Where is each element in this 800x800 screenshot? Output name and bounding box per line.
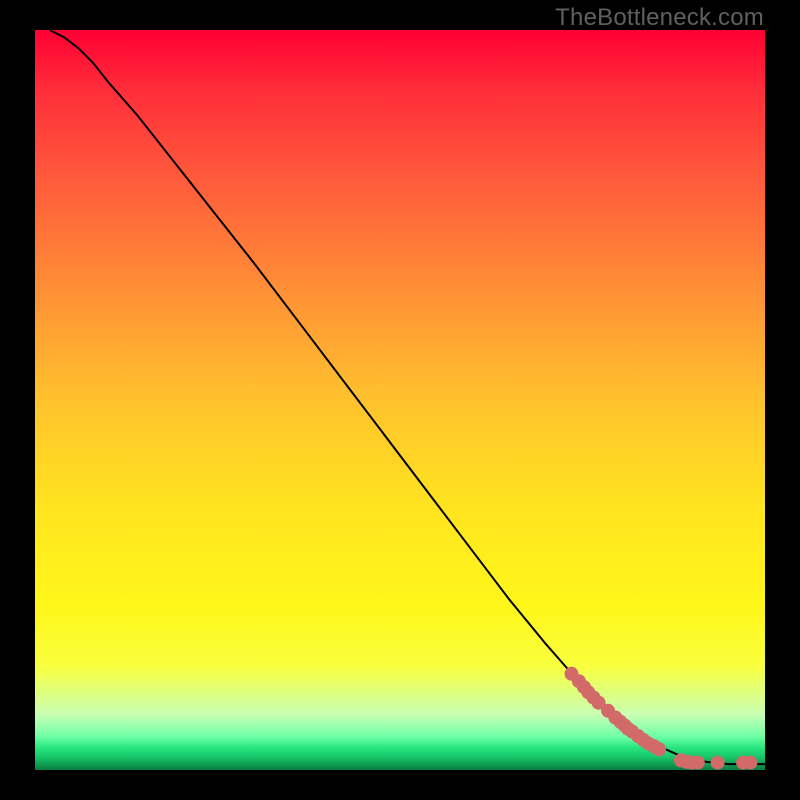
data-point [743, 756, 757, 770]
plot-area [35, 30, 765, 770]
data-point [691, 756, 705, 770]
data-point [652, 742, 666, 756]
scatter-points [565, 667, 758, 770]
watermark-text: TheBottleneck.com [555, 4, 764, 32]
chart-overlay [35, 30, 765, 770]
chart-frame: TheBottleneck.com [0, 0, 800, 800]
data-point [711, 756, 725, 770]
curve-line [50, 30, 765, 764]
